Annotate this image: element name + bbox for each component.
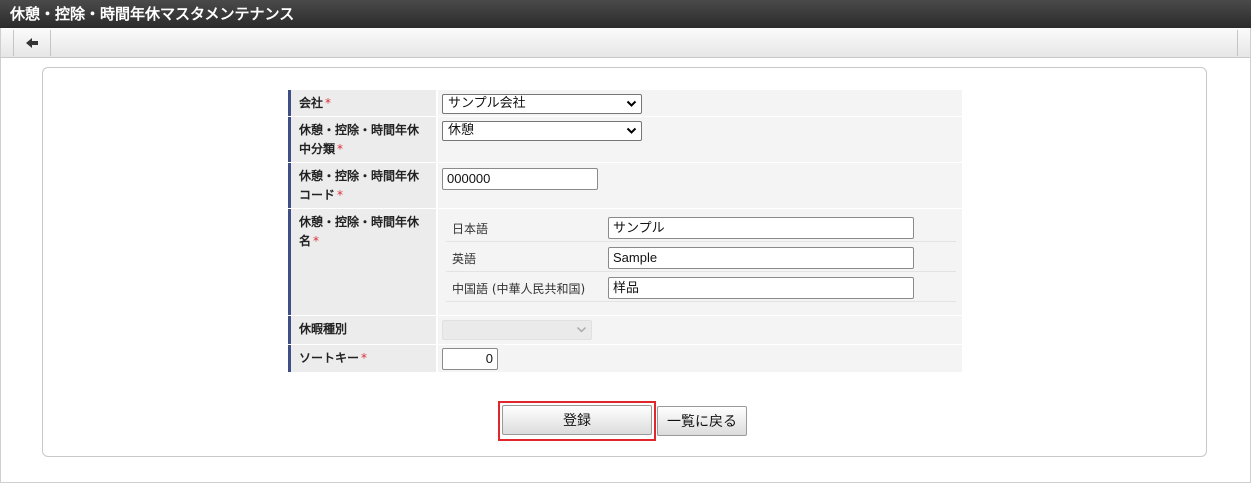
company-select[interactable]: サンプル会社 [442,94,642,114]
register-button[interactable]: 登録 [502,405,652,435]
master-form: 会社 * サンプル会社 休憩・控除・時間年休 中分類 * 休憩 休憩・控除・時間年休… [288,90,962,373]
required-mark: * [313,234,320,248]
code-input[interactable]: 000000 [442,168,598,190]
leave-type-select[interactable] [442,320,592,340]
back-to-list-button[interactable]: 一覧に戻る [657,406,747,436]
name-ja-input[interactable]: サンプル [608,217,914,239]
row-company: 会社 * サンプル会社 [288,90,962,117]
back-button[interactable] [13,30,51,56]
lang-label: 日本語 [452,222,489,236]
sort-key-label: ソートキー * [288,345,436,372]
required-mark: * [337,188,344,202]
sort-key-input[interactable]: 0 [442,348,498,370]
code-label: 休憩・控除・時間年休 コード * [288,163,436,208]
row-name: 休憩・控除・時間年休 名 * 日本語 サンプル 英語 Sample 中国語 (中華… [288,209,962,316]
required-mark: * [337,142,344,156]
toolbar-divider [1237,30,1238,56]
row-leave-type: 休暇種別 [288,316,962,345]
window-title: 休憩・控除・時間年休マスタメンテナンス [0,0,1251,28]
row-category: 休憩・控除・時間年休 中分類 * 休憩 [288,117,962,163]
arrow-left-icon [26,38,38,48]
chevron-down-icon [626,100,637,107]
category-label: 休憩・控除・時間年休 中分類 * [288,117,436,162]
chevron-down-icon [576,326,587,333]
name-zh-input[interactable]: 样品 [608,277,914,299]
required-mark: * [361,351,368,365]
category-select[interactable]: 休憩 [442,121,642,141]
name-lang-row: 英語 Sample [446,243,956,272]
leave-type-label: 休暇種別 [288,316,436,344]
name-label: 休憩・控除・時間年休 名 * [288,209,436,315]
lang-label: 英語 [452,252,477,266]
row-code: 休憩・控除・時間年休 コード * 000000 [288,163,962,209]
name-lang-row: 日本語 サンプル [446,213,956,242]
name-lang-row: 中国語 (中華人民共和国) 样品 [446,273,956,302]
required-mark: * [325,96,332,110]
toolbar [0,28,1251,58]
row-sort-key: ソートキー * 0 [288,345,962,373]
chevron-down-icon [626,127,637,134]
company-label: 会社 * [288,90,436,116]
lang-label: 中国語 (中華人民共和国) [452,282,586,296]
name-en-input[interactable]: Sample [608,247,914,269]
